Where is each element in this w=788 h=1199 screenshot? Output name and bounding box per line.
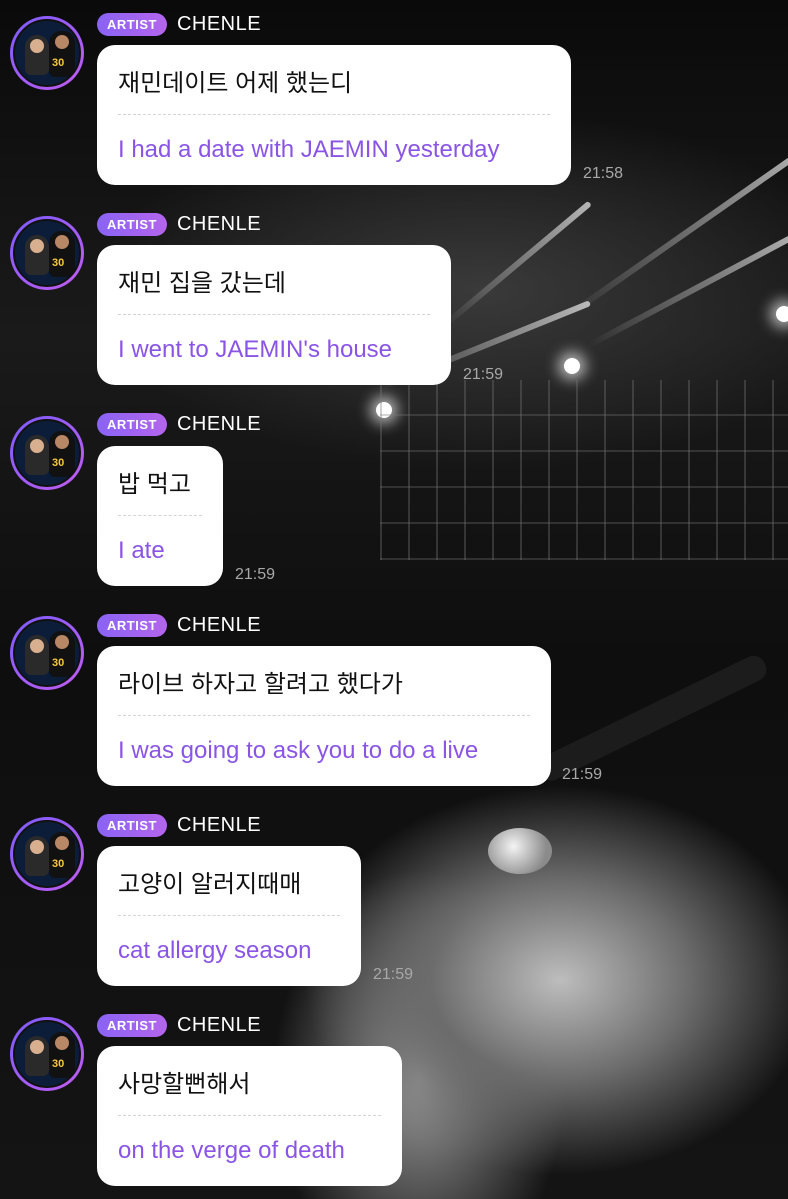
translated-text: I went to JAEMIN's house xyxy=(118,336,393,363)
artist-badge: ARTIST xyxy=(97,212,167,236)
message-bubble[interactable]: 고양이 알러지때매 cat allergy season xyxy=(97,846,361,986)
original-text: 재민데이트 어제 했는디 xyxy=(118,70,353,97)
translated-text: on the verge of death xyxy=(118,1137,345,1164)
original-text: 재민 집을 갔는데 xyxy=(118,270,286,297)
artist-avatar[interactable]: 30 xyxy=(10,1017,84,1091)
artist-badge: ARTIST xyxy=(97,813,167,837)
translated-text: I was going to ask you to do a live xyxy=(118,737,479,764)
artist-avatar[interactable]: 30 xyxy=(10,216,84,290)
message-bubble[interactable]: 사망할뻔해서 on the verge of death xyxy=(97,1046,402,1186)
translation-divider xyxy=(118,715,530,716)
sender-name: CHENLE xyxy=(176,813,262,836)
message-header: ARTIST CHENLE xyxy=(97,411,261,437)
message-header: ARTIST CHENLE xyxy=(97,812,261,838)
translated-text: I ate xyxy=(118,537,165,564)
message-timestamp: 21:59 xyxy=(373,966,414,983)
message-timestamp: 21:59 xyxy=(463,366,504,383)
translation-divider xyxy=(118,314,430,315)
message-header: ARTIST CHENLE xyxy=(97,1012,261,1038)
artist-avatar[interactable]: 30 xyxy=(10,817,84,891)
translated-text: I had a date with JAEMIN yesterday xyxy=(118,136,500,163)
sender-name: CHENLE xyxy=(176,1013,262,1036)
artist-badge: ARTIST xyxy=(97,12,167,36)
artist-badge: ARTIST xyxy=(97,412,167,436)
sender-name: CHENLE xyxy=(176,12,262,35)
artist-badge: ARTIST xyxy=(97,613,167,637)
message-timestamp: 21:59 xyxy=(235,566,276,583)
original-text: 라이브 하자고 할려고 했다가 xyxy=(118,671,403,698)
translation-divider xyxy=(118,915,340,916)
message-header: ARTIST CHENLE xyxy=(97,612,261,638)
translation-divider xyxy=(118,515,202,516)
sender-name: CHENLE xyxy=(176,412,262,435)
artist-badge: ARTIST xyxy=(97,1013,167,1037)
translation-divider xyxy=(118,114,550,115)
original-text: 밥 먹고 xyxy=(118,471,191,498)
message-bubble[interactable]: 재민데이트 어제 했는디 I had a date with JAEMIN ye… xyxy=(97,45,571,185)
translated-text: cat allergy season xyxy=(118,937,312,964)
artist-avatar[interactable]: 30 xyxy=(10,416,84,490)
message-timestamp: 21:59 xyxy=(562,766,603,783)
message-header: ARTIST CHENLE xyxy=(97,11,261,37)
message-header: ARTIST CHENLE xyxy=(97,211,261,237)
original-text: 고양이 알러지때매 xyxy=(118,871,302,898)
artist-avatar[interactable]: 30 xyxy=(10,16,84,90)
message-bubble[interactable]: 라이브 하자고 할려고 했다가 I was going to ask you t… xyxy=(97,646,551,786)
message-bubble[interactable]: 재민 집을 갔는데 I went to JAEMIN's house xyxy=(97,245,451,385)
original-text: 사망할뻔해서 xyxy=(118,1071,251,1098)
message-bubble[interactable]: 밥 먹고 I ate xyxy=(97,446,223,586)
translation-divider xyxy=(118,1115,381,1116)
message-timestamp: 21:58 xyxy=(583,165,624,182)
artist-avatar[interactable]: 30 xyxy=(10,616,84,690)
sender-name: CHENLE xyxy=(176,212,262,235)
sender-name: CHENLE xyxy=(176,613,262,636)
